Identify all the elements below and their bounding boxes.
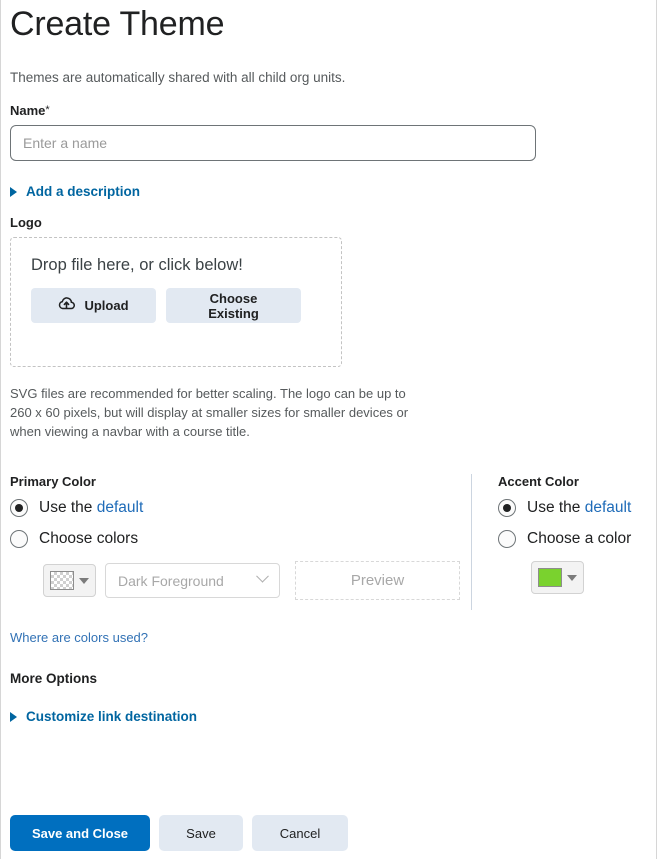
logo-button-row: Upload Choose Existing (31, 288, 321, 323)
foreground-select[interactable]: Dark Foreground (105, 563, 280, 598)
primary-color-controls: Dark Foreground Preview (43, 561, 460, 600)
name-label: Name* (10, 103, 647, 118)
radio-accent-choose[interactable] (498, 530, 516, 548)
footer-actions: Save and Close Save Cancel (10, 815, 348, 851)
where-colors-used-link[interactable]: Where are colors used? (10, 630, 148, 645)
name-label-text: Name (10, 103, 46, 118)
cancel-button[interactable]: Cancel (252, 815, 348, 851)
accent-default-label: Use the default (527, 499, 631, 517)
radio-primary-choose[interactable] (10, 530, 28, 548)
primary-color-column: Primary Color Use the default Choose col… (10, 474, 470, 600)
primary-use-default-option[interactable]: Use the default (10, 499, 143, 517)
primary-choose-colors-option[interactable]: Choose colors (10, 530, 138, 548)
customize-link-destination-label: Customize link destination (26, 709, 198, 724)
color-preview-box: Preview (295, 561, 460, 600)
logo-label: Logo (10, 215, 42, 230)
choose-existing-button[interactable]: Choose Existing (166, 288, 301, 323)
colors-section: Primary Color Use the default Choose col… (10, 474, 647, 610)
upload-button[interactable]: Upload (31, 288, 156, 323)
add-description-label: Add a description (26, 184, 141, 199)
accent-color-column: Accent Color Use the default Choose a co… (470, 474, 631, 600)
column-divider (471, 474, 472, 610)
accent-choose-color-option[interactable]: Choose a color (498, 530, 631, 548)
foreground-select-value: Dark Foreground (118, 572, 224, 589)
caret-down-icon (79, 577, 89, 584)
accent-use-default-option[interactable]: Use the default (498, 499, 631, 517)
radio-accent-default[interactable] (498, 499, 516, 517)
name-input[interactable] (10, 125, 536, 161)
page-title: Create Theme (10, 5, 225, 43)
accent-color-controls (531, 561, 631, 594)
accent-default-prefix: Use the (527, 499, 585, 516)
customize-link-destination-toggle[interactable]: Customize link destination (10, 709, 197, 724)
drop-zone-text: Drop file here, or click below! (31, 256, 243, 274)
primary-choose-label: Choose colors (39, 530, 139, 547)
accent-color-swatch-button[interactable] (531, 561, 584, 594)
choose-existing-label: Choose Existing (208, 290, 259, 321)
primary-default-label: Use the default (39, 499, 143, 517)
primary-color-swatch-button[interactable] (43, 564, 96, 597)
required-marker: * (45, 104, 50, 116)
chevron-down-icon (256, 569, 269, 583)
radio-primary-default[interactable] (10, 499, 28, 517)
accent-default-link[interactable]: default (585, 499, 632, 516)
preview-label: Preview (350, 572, 405, 589)
create-theme-page: Create Theme Themes are automatically sh… (0, 0, 657, 859)
accent-choose-label: Choose a color (527, 530, 632, 547)
primary-color-title: Primary Color (10, 474, 96, 489)
cloud-upload-icon (58, 297, 76, 314)
upload-button-label: Upload (84, 298, 129, 313)
primary-color-swatch (50, 571, 74, 590)
primary-default-link[interactable]: default (97, 499, 144, 516)
logo-drop-zone[interactable]: Drop file here, or click below! Upload C… (10, 237, 342, 367)
intro-text: Themes are automatically shared with all… (10, 70, 346, 85)
save-button[interactable]: Save (159, 815, 243, 851)
primary-default-prefix: Use the (39, 499, 97, 516)
triangle-right-icon (10, 186, 17, 197)
save-and-close-button[interactable]: Save and Close (10, 815, 150, 851)
more-options-title: More Options (10, 671, 97, 686)
accent-color-title: Accent Color (498, 474, 579, 489)
add-description-toggle[interactable]: Add a description (10, 184, 140, 199)
accent-color-swatch (538, 568, 562, 587)
logo-helper-text: SVG files are recommended for better sca… (10, 386, 409, 439)
triangle-right-icon (10, 711, 17, 722)
caret-down-icon (567, 574, 577, 581)
